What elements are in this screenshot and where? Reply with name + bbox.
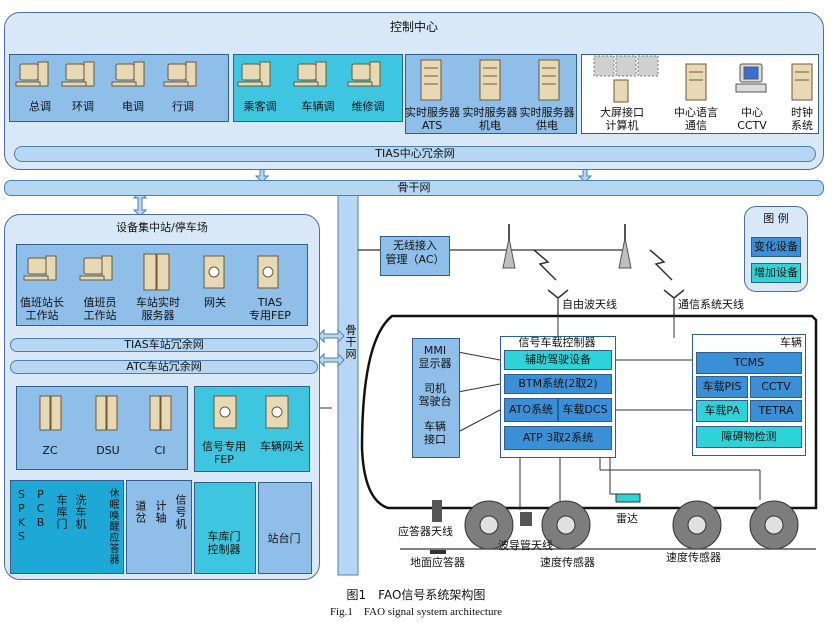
field-depot-door: 车库门	[55, 494, 68, 530]
workstation-icon	[23, 255, 57, 281]
obc-atp: ATP 3取2系统	[504, 426, 612, 450]
transponder-antenna-label: 应答器天线	[398, 525, 453, 538]
speed-sensor-left-label: 速度传感器	[540, 556, 595, 569]
depot-door-box	[194, 482, 256, 574]
vehicle-title: 车辆	[780, 336, 802, 349]
gateway-icon	[265, 395, 289, 429]
ground-transponder-label: 地面应答器	[410, 556, 465, 569]
mmi-line2: 显示器	[418, 357, 452, 370]
field-turnout: 道岔	[134, 500, 147, 524]
legend: 图 例 变化设备 增加设备	[744, 206, 808, 292]
depot-door-line1: 车库门	[207, 530, 241, 543]
obc-btm: BTM系统(2取2)	[504, 374, 612, 394]
legend-changed: 变化设备	[751, 237, 801, 257]
obc-title: 信号车载控制器	[518, 336, 596, 349]
free-wave-antenna-label: 自由波天线	[562, 298, 617, 311]
obc-ato: ATO系统	[504, 398, 558, 422]
comm-antenna-label: 通信系统天线	[678, 298, 744, 311]
radar-label: 雷达	[616, 512, 638, 525]
vehicle-obstacle-detection: 障碍物检测	[696, 426, 802, 448]
field-spks: SPKS	[15, 488, 28, 544]
fep-icon	[213, 395, 237, 429]
depot-door-line2: 控制器	[207, 543, 241, 556]
server-icon	[143, 253, 170, 291]
server-icon	[149, 395, 172, 431]
platform-door-box	[258, 482, 312, 574]
obc-ado: 辅助驾驶设备	[504, 350, 612, 370]
field-car-wash: 洗车机	[74, 494, 87, 530]
vehicle-interface-line2: 接口	[424, 433, 446, 446]
server-icon	[39, 395, 62, 431]
caption-en: Fig.1 FAO signal system architecture	[329, 606, 503, 618]
field-signal: 信号机	[174, 494, 187, 530]
caption-cn: 图1 FAO信号系统架构图	[346, 588, 486, 602]
vehicle-pa: 车载PA	[696, 400, 748, 422]
vehicle-pis: 车载PIS	[696, 376, 748, 398]
legend-title: 图 例	[763, 212, 789, 225]
fep-icon	[257, 255, 279, 289]
mmi-line1: MMI	[423, 344, 447, 357]
field-pcb: PCB	[34, 488, 47, 530]
field-wake-transponder: 休眠唤醒应答器	[107, 488, 118, 565]
platform-door-label: 站台门	[267, 532, 301, 545]
waveguide-antenna-label: 波导管天线	[498, 539, 553, 552]
vehicle-cctv: CCTV	[750, 376, 802, 398]
ac-line2: 管理（AC）	[385, 253, 445, 266]
field-axle-counter: 计轴	[154, 500, 167, 524]
legend-added: 增加设备	[751, 263, 801, 283]
vehicle-interface-line1: 车辆	[424, 420, 446, 433]
driver-desk-line1: 司机	[424, 382, 446, 395]
workstation-icon	[79, 255, 113, 281]
server-icon	[95, 395, 118, 431]
obc-dcs: 车载DCS	[558, 398, 612, 422]
speed-sensor-right-label: 速度传感器	[666, 551, 721, 564]
ac-line1: 无线接入	[393, 239, 437, 252]
vehicle-tcms: TCMS	[696, 352, 802, 374]
driver-desk-line2: 驾驶台	[418, 395, 452, 408]
gateway-icon	[203, 255, 225, 289]
wireless-ac-box: 无线接入 管理（AC）	[380, 236, 450, 276]
vehicle-tetra: TETRA	[750, 400, 802, 422]
